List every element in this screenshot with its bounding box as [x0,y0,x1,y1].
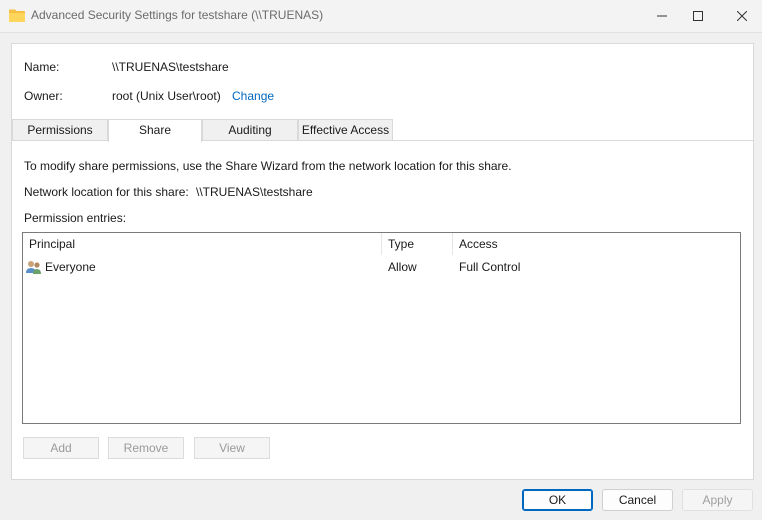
network-location-label: Network location for this share: [24,185,189,199]
remove-button[interactable]: Remove [108,437,184,459]
add-button[interactable]: Add [23,437,99,459]
close-icon [737,11,747,21]
column-separator[interactable] [452,233,453,255]
window-title: Advanced Security Settings for testshare… [31,8,324,22]
cancel-button[interactable]: Cancel [602,489,673,511]
tab-auditing[interactable]: Auditing [202,119,298,140]
principal-cell: Everyone [45,260,96,274]
ok-button[interactable]: OK [522,489,593,511]
column-header-type[interactable]: Type [388,233,414,255]
column-header-access[interactable]: Access [459,233,498,255]
name-label: Name: [24,60,60,74]
column-separator[interactable] [381,233,382,255]
title-bar: Advanced Security Settings for testshare… [0,0,762,33]
owner-value: root (Unix User\root) [112,89,221,103]
table-row[interactable]: Everyone Allow Full Control [26,257,738,277]
column-header-principal[interactable]: Principal [29,233,75,255]
permission-entries-list[interactable]: Principal Type Access Everyone Allow Ful… [22,232,741,424]
access-cell: Full Control [459,260,521,274]
type-cell: Allow [388,260,417,274]
minimize-icon [657,15,667,17]
folder-icon [9,9,25,22]
view-button[interactable]: View [194,437,270,459]
tab-effective-access[interactable]: Effective Access [298,119,393,140]
minimize-button[interactable] [642,0,682,32]
maximize-icon [693,11,703,21]
maximize-button[interactable] [678,0,718,32]
apply-button[interactable]: Apply [682,489,753,511]
change-owner-link[interactable]: Change [232,89,274,103]
name-value: \\TRUENAS\testshare [112,60,229,74]
tab-permissions[interactable]: Permissions [12,119,108,140]
network-location-value: \\TRUENAS\testshare [196,185,313,199]
share-info-text: To modify share permissions, use the Sha… [24,159,512,173]
owner-label: Owner: [24,89,63,103]
close-button[interactable] [722,0,762,32]
permission-entries-label: Permission entries: [24,211,127,225]
users-icon [26,259,42,275]
settings-panel: Name: \\TRUENAS\testshare Owner: root (U… [11,43,754,480]
tab-share[interactable]: Share [108,119,202,142]
